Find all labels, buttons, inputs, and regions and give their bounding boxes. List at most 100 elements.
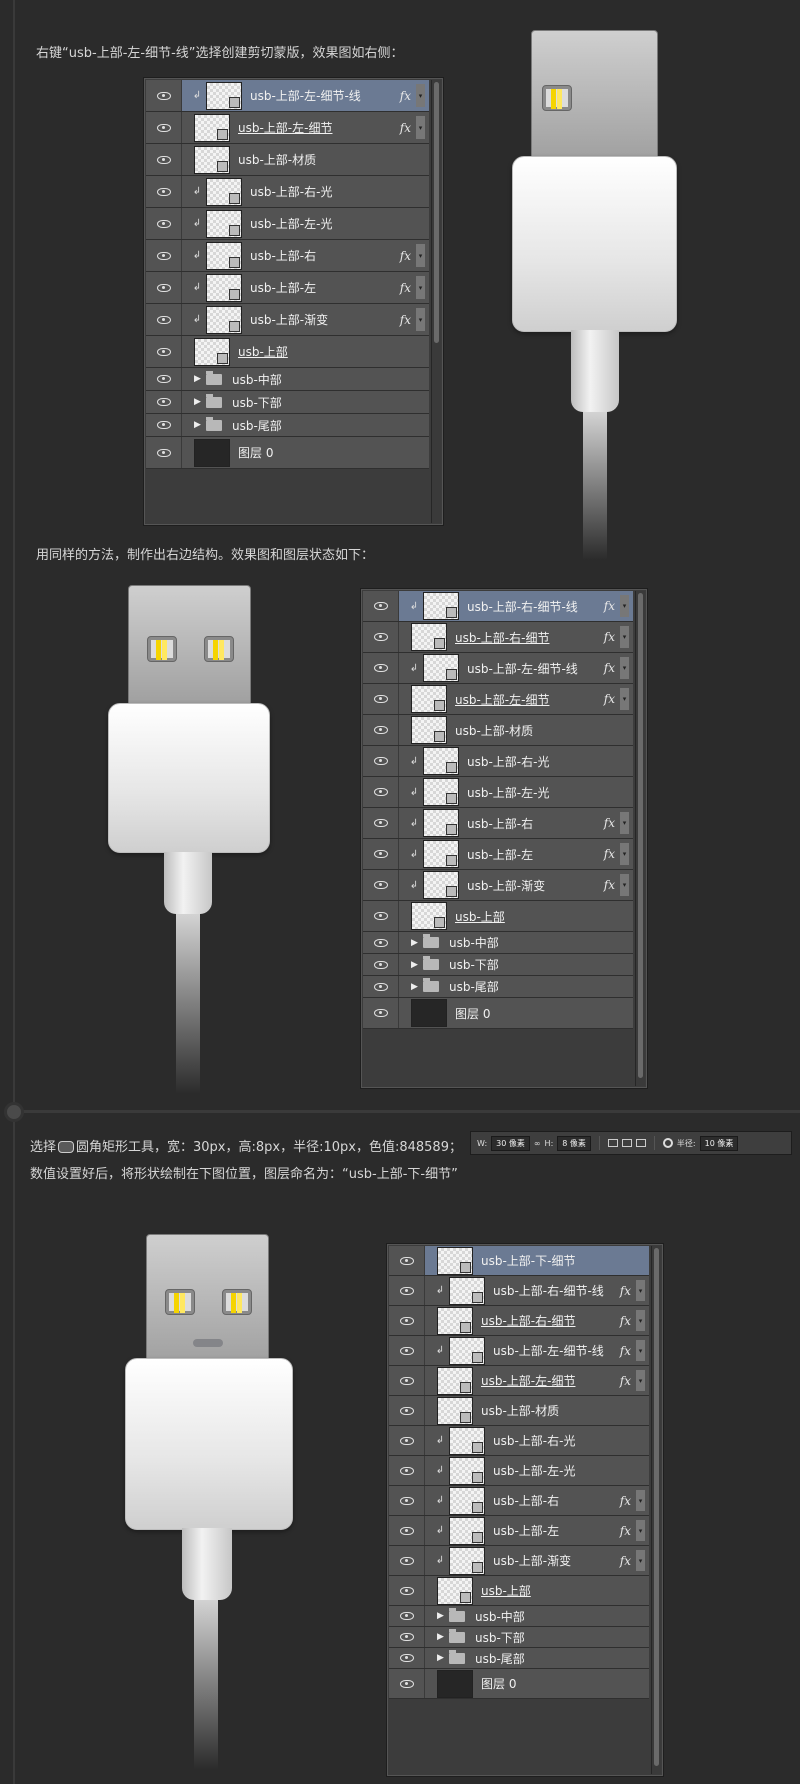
effects-expand-icon[interactable]: ▾ xyxy=(636,1520,645,1541)
layer-row[interactable]: ↲ usb-上部-左-细节-线 fx ▾ xyxy=(146,80,429,112)
effects-expand-icon[interactable]: ▾ xyxy=(636,1340,645,1361)
layer-row[interactable]: ↲ usb-上部-左 fx ▾ xyxy=(363,839,633,870)
visibility-toggle[interactable] xyxy=(363,591,399,621)
layer-main[interactable]: ↲ usb-上部-右-光 xyxy=(182,176,429,207)
layer-main[interactable]: ↲ usb-上部-左 fx ▾ xyxy=(425,1516,649,1545)
fx-icon[interactable]: fx xyxy=(604,816,615,830)
visibility-toggle[interactable] xyxy=(389,1516,425,1545)
layer-row[interactable]: 图层 0 xyxy=(363,998,633,1029)
effects-expand-icon[interactable]: ▾ xyxy=(416,116,425,139)
layer-row[interactable]: ↲ usb-上部-右-光 xyxy=(363,746,633,777)
layer-main[interactable]: ▶ usb-尾部 xyxy=(399,976,633,997)
layer-row[interactable]: usb-上部-右-细节 fx ▾ xyxy=(363,622,633,653)
layer-main[interactable]: 图层 0 xyxy=(425,1669,649,1698)
fx-icon[interactable]: fx xyxy=(400,121,411,135)
visibility-toggle[interactable] xyxy=(389,1456,425,1485)
layer-main[interactable]: ▶ usb-中部 xyxy=(399,932,633,953)
layer-row[interactable]: ↲ usb-上部-左-光 xyxy=(363,777,633,808)
visibility-toggle[interactable] xyxy=(363,932,399,953)
layer-main[interactable]: ↲ usb-上部-渐变 fx ▾ xyxy=(182,304,429,335)
width-field[interactable]: 30 像素 xyxy=(491,1135,530,1151)
visibility-toggle[interactable] xyxy=(389,1246,425,1275)
fx-icon[interactable]: fx xyxy=(620,1524,631,1538)
visibility-toggle[interactable] xyxy=(389,1486,425,1515)
layer-main[interactable]: ↲ usb-上部-右-细节-线 fx ▾ xyxy=(425,1276,649,1305)
effects-expand-icon[interactable]: ▾ xyxy=(620,626,629,648)
visibility-toggle[interactable] xyxy=(146,176,182,207)
layer-main[interactable]: usb-上部-材质 xyxy=(399,715,633,745)
effects-expand-icon[interactable]: ▾ xyxy=(636,1310,645,1331)
fx-icon[interactable]: fx xyxy=(604,599,615,613)
layer-main[interactable]: ▶ usb-下部 xyxy=(425,1627,649,1647)
visibility-toggle[interactable] xyxy=(389,1546,425,1575)
visibility-toggle[interactable] xyxy=(363,954,399,975)
layer-row[interactable]: ↲ usb-上部-渐变 fx ▾ xyxy=(389,1546,649,1576)
visibility-toggle[interactable] xyxy=(363,998,399,1028)
layer-main[interactable]: ▶ usb-下部 xyxy=(399,954,633,975)
visibility-toggle[interactable] xyxy=(363,746,399,776)
effects-expand-icon[interactable]: ▾ xyxy=(636,1490,645,1511)
expand-arrow-icon[interactable]: ▶ xyxy=(411,938,423,948)
layer-main[interactable]: ↲ usb-上部-左 fx ▾ xyxy=(399,839,633,869)
layer-main[interactable]: usb-上部-材质 xyxy=(425,1396,649,1425)
layer-row[interactable]: ▶ usb-尾部 xyxy=(146,414,429,437)
fx-icon[interactable]: fx xyxy=(604,847,615,861)
fx-icon[interactable]: fx xyxy=(604,878,615,892)
effects-expand-icon[interactable]: ▾ xyxy=(620,657,629,679)
layer-row[interactable]: ▶ usb-中部 xyxy=(389,1606,649,1627)
visibility-toggle[interactable] xyxy=(363,715,399,745)
layer-row[interactable]: usb-上部-材质 xyxy=(363,715,633,746)
fx-icon[interactable]: fx xyxy=(604,692,615,706)
visibility-toggle[interactable] xyxy=(389,1276,425,1305)
visibility-toggle[interactable] xyxy=(146,304,182,335)
path-alignment-icon[interactable] xyxy=(621,1139,632,1147)
layer-main[interactable]: ▶ usb-中部 xyxy=(182,368,429,390)
expand-arrow-icon[interactable]: ▶ xyxy=(437,1653,449,1663)
visibility-toggle[interactable] xyxy=(389,1627,425,1647)
fx-icon[interactable]: fx xyxy=(620,1374,631,1388)
expand-arrow-icon[interactable]: ▶ xyxy=(437,1611,449,1621)
fx-icon[interactable]: fx xyxy=(604,630,615,644)
layer-row[interactable]: 图层 0 xyxy=(389,1669,649,1699)
layer-row[interactable]: ↲ usb-上部-左 fx ▾ xyxy=(389,1516,649,1546)
effects-expand-icon[interactable]: ▾ xyxy=(620,688,629,710)
layer-row[interactable]: usb-上部 xyxy=(363,901,633,932)
visibility-toggle[interactable] xyxy=(363,839,399,869)
layer-main[interactable]: ↲ usb-上部-右-细节-线 fx ▾ xyxy=(399,591,633,621)
layer-main[interactable]: usb-上部-右-细节 fx ▾ xyxy=(425,1306,649,1335)
layer-main[interactable]: ↲ usb-上部-渐变 fx ▾ xyxy=(425,1546,649,1575)
layer-main[interactable]: ↲ usb-上部-右-光 xyxy=(399,746,633,776)
visibility-toggle[interactable] xyxy=(146,208,182,239)
layer-row[interactable]: usb-上部 xyxy=(146,336,429,368)
layer-row[interactable]: ↲ usb-上部-左-细节-线 fx ▾ xyxy=(389,1336,649,1366)
visibility-toggle[interactable] xyxy=(389,1669,425,1698)
fx-icon[interactable]: fx xyxy=(620,1554,631,1568)
fx-icon[interactable]: fx xyxy=(620,1314,631,1328)
layer-row[interactable]: ▶ usb-中部 xyxy=(363,932,633,954)
layer-main[interactable]: ↲ usb-上部-左-光 xyxy=(425,1456,649,1485)
fx-icon[interactable]: fx xyxy=(400,313,411,327)
visibility-toggle[interactable] xyxy=(389,1606,425,1626)
layer-row[interactable]: ↲ usb-上部-右-细节-线 fx ▾ xyxy=(389,1276,649,1306)
layer-row[interactable]: usb-上部-右-细节 fx ▾ xyxy=(389,1306,649,1336)
fx-icon[interactable]: fx xyxy=(620,1494,631,1508)
effects-expand-icon[interactable]: ▾ xyxy=(620,843,629,865)
layer-main[interactable]: usb-上部-左-细节 fx ▾ xyxy=(399,684,633,714)
fx-icon[interactable]: fx xyxy=(620,1344,631,1358)
scrollbar[interactable] xyxy=(651,1246,661,1774)
layer-row[interactable]: ▶ usb-下部 xyxy=(363,954,633,976)
layer-row[interactable]: ↲ usb-上部-左-细节-线 fx ▾ xyxy=(363,653,633,684)
effects-expand-icon[interactable]: ▾ xyxy=(416,244,425,267)
layer-row[interactable]: ▶ usb-尾部 xyxy=(363,976,633,998)
layer-main[interactable]: ↲ usb-上部-右 fx ▾ xyxy=(425,1486,649,1515)
effects-expand-icon[interactable]: ▾ xyxy=(416,276,425,299)
visibility-toggle[interactable] xyxy=(363,622,399,652)
fx-icon[interactable]: fx xyxy=(400,281,411,295)
layer-main[interactable]: ↲ usb-上部-左 fx ▾ xyxy=(182,272,429,303)
visibility-toggle[interactable] xyxy=(146,272,182,303)
layer-main[interactable]: usb-上部 xyxy=(399,901,633,931)
layer-main[interactable]: usb-上部 xyxy=(425,1576,649,1605)
layer-row[interactable]: 图层 0 xyxy=(146,437,429,469)
visibility-toggle[interactable] xyxy=(146,80,182,111)
layer-row[interactable]: ↲ usb-上部-右 fx ▾ xyxy=(389,1486,649,1516)
